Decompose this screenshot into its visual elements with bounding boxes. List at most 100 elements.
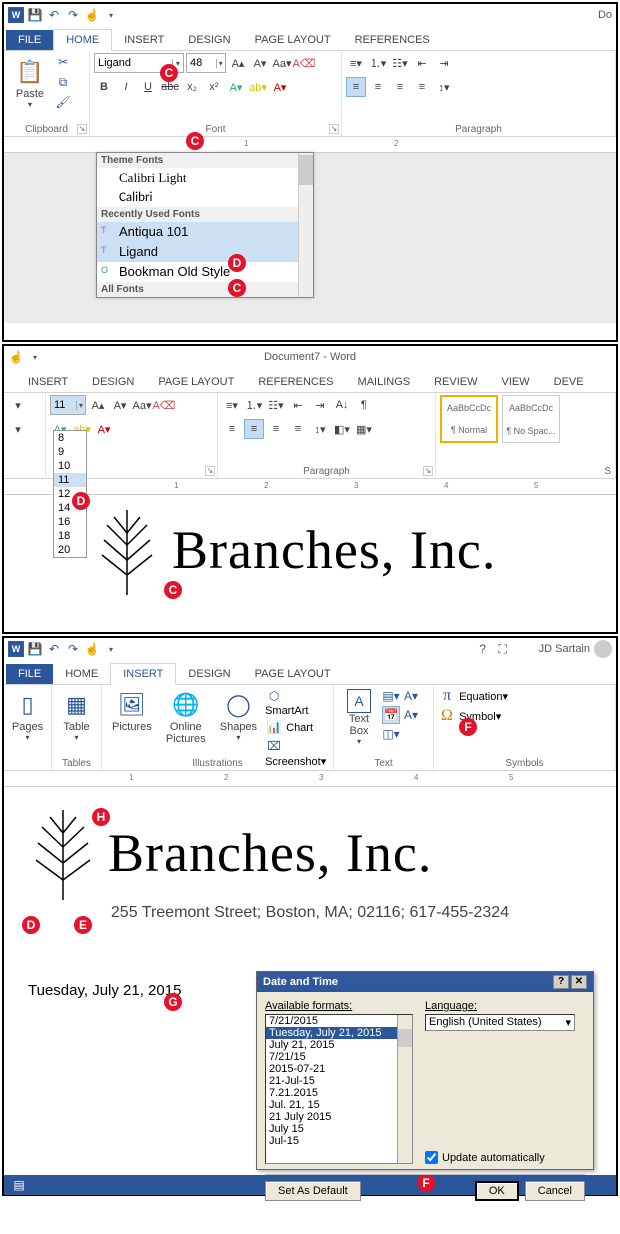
ok-button[interactable]: OK bbox=[475, 1181, 519, 1201]
change-case-icon[interactable]: Aa▾ bbox=[132, 395, 152, 415]
save-icon[interactable]: 💾 bbox=[27, 641, 43, 657]
clear-format-icon[interactable]: A⌫ bbox=[154, 395, 174, 415]
tab-insert[interactable]: INSERT bbox=[112, 30, 176, 50]
smartart-button[interactable]: ⬡ SmartArt bbox=[265, 687, 329, 717]
align-left-icon[interactable]: ≡ bbox=[346, 77, 366, 97]
paragraph-launcher[interactable]: ↘ bbox=[423, 466, 433, 476]
online-pictures-button[interactable]: 🌐Online Pictures bbox=[160, 687, 212, 747]
font-item-bookman[interactable]: OBookman Old Style bbox=[97, 262, 313, 282]
font-item-antiqua[interactable]: ƬAntiqua 101 bbox=[97, 222, 313, 242]
qat-dropdown-icon[interactable]: ▾ bbox=[103, 7, 119, 23]
touch-mode-icon[interactable]: ☝ bbox=[84, 7, 100, 23]
font-color-icon[interactable]: A▾ bbox=[270, 77, 290, 97]
format-option[interactable]: 21-Jul-15 bbox=[266, 1075, 412, 1087]
align-right-icon[interactable]: ≡ bbox=[266, 419, 286, 439]
save-icon[interactable]: 💾 bbox=[27, 7, 43, 23]
font-size-input[interactable] bbox=[51, 399, 76, 411]
shapes-button[interactable]: ◯Shapes▾ bbox=[214, 687, 263, 744]
size-option[interactable]: 10 bbox=[54, 459, 86, 473]
text-box-button[interactable]: AText Box▾ bbox=[338, 687, 380, 748]
quick-parts-icon[interactable]: ▤▾ bbox=[382, 687, 400, 705]
font-item-calibri[interactable]: Calibri bbox=[97, 188, 313, 207]
size-option[interactable]: 8 bbox=[54, 431, 86, 445]
clear-format-icon[interactable]: A⌫ bbox=[294, 53, 314, 73]
multilevel-icon[interactable]: ☷▾ bbox=[390, 53, 410, 73]
tab-design[interactable]: DESIGN bbox=[176, 664, 242, 684]
tab-home[interactable]: HOME bbox=[53, 664, 110, 684]
style-no-spacing[interactable]: AaBbCcDc ¶ No Spac... bbox=[502, 395, 560, 443]
shading-icon[interactable]: ◧▾ bbox=[332, 419, 352, 439]
tab-page-layout[interactable]: PAGE LAYOUT bbox=[243, 664, 343, 684]
close-button[interactable]: ✕ bbox=[571, 975, 587, 989]
style-normal[interactable]: AaBbCcDc ¶ Normal bbox=[440, 395, 498, 443]
drop-cap-icon[interactable]: A▾ bbox=[402, 706, 420, 724]
numbering-icon[interactable]: ⒈▾ bbox=[244, 395, 264, 415]
format-option[interactable]: 7.21.2015 bbox=[266, 1087, 412, 1099]
font-color-icon[interactable]: A▾ bbox=[94, 419, 114, 439]
italic-button[interactable]: I bbox=[116, 77, 136, 97]
font-item-ligand[interactable]: ƬLigand bbox=[97, 242, 313, 262]
page-indicator-icon[interactable]: ▤ bbox=[10, 1176, 28, 1194]
align-right-icon[interactable]: ≡ bbox=[390, 77, 410, 97]
fontdd-scrollbar[interactable] bbox=[298, 153, 313, 297]
tab-mailings[interactable]: MAILINGS bbox=[346, 372, 423, 392]
grow-font-icon[interactable]: A▴ bbox=[228, 53, 248, 73]
borders-icon[interactable]: ▦▾ bbox=[354, 419, 374, 439]
format-option[interactable]: Tuesday, July 21, 2015 bbox=[266, 1027, 412, 1039]
numbering-icon[interactable]: ⒈▾ bbox=[368, 53, 388, 73]
format-option[interactable]: Jul-15 bbox=[266, 1135, 412, 1147]
qat-dropdown-icon[interactable]: ▾ bbox=[27, 349, 43, 365]
tab-references[interactable]: REFERENCES bbox=[246, 372, 345, 392]
sort-icon[interactable]: A↓ bbox=[332, 395, 352, 415]
tab-design[interactable]: DESIGN bbox=[176, 30, 242, 50]
increase-indent-icon[interactable]: ⇥ bbox=[310, 395, 330, 415]
tab-insert[interactable]: INSERT bbox=[110, 663, 176, 685]
font-item-calibri-light[interactable]: Calibri Light bbox=[97, 168, 313, 188]
size-option[interactable]: 9 bbox=[54, 445, 86, 459]
align-center-icon[interactable]: ≡ bbox=[244, 419, 264, 439]
size-option[interactable]: 16 bbox=[54, 515, 86, 529]
table-button[interactable]: ▦Table▾ bbox=[56, 687, 97, 744]
list-scrollbar[interactable] bbox=[397, 1015, 412, 1163]
font-launcher[interactable]: ↘ bbox=[329, 124, 339, 134]
pages-button[interactable]: ▯Pages▾ bbox=[8, 687, 47, 744]
line-spacing-icon[interactable]: ↕▾ bbox=[310, 419, 330, 439]
text-effects-icon[interactable]: A▾ bbox=[226, 77, 246, 97]
touch-mode-icon[interactable]: ☝ bbox=[8, 349, 24, 365]
font-size-dropdown-icon[interactable]: ▾ bbox=[216, 59, 225, 68]
wordart-icon[interactable]: A▾ bbox=[402, 687, 420, 705]
format-option[interactable]: Jul. 21, 15 bbox=[266, 1099, 412, 1111]
set-default-button[interactable]: Set As Default bbox=[265, 1181, 361, 1201]
cut-icon[interactable]: ✂ bbox=[54, 53, 72, 71]
tab-page-layout[interactable]: PAGE LAYOUT bbox=[243, 30, 343, 50]
multilevel-icon[interactable]: ☷▾ bbox=[266, 395, 286, 415]
bullets-icon[interactable]: ≡▾ bbox=[222, 395, 242, 415]
format-option[interactable]: 7/21/15 bbox=[266, 1051, 412, 1063]
align-center-icon[interactable]: ≡ bbox=[368, 77, 388, 97]
update-auto-checkbox[interactable]: Update automatically bbox=[425, 1151, 585, 1164]
tab-design[interactable]: DESIGN bbox=[80, 372, 146, 392]
bullets-icon[interactable]: ≡▾ bbox=[346, 53, 366, 73]
undo-icon[interactable]: ↶ bbox=[46, 641, 62, 657]
line-spacing-icon[interactable]: ↕▾ bbox=[434, 77, 454, 97]
decrease-indent-icon[interactable]: ⇤ bbox=[412, 53, 432, 73]
tab-developer[interactable]: DEVE bbox=[542, 372, 596, 392]
superscript-button[interactable]: x² bbox=[204, 77, 224, 97]
increase-indent-icon[interactable]: ⇥ bbox=[434, 53, 454, 73]
pictures-button[interactable]: 🖼Pictures bbox=[106, 687, 158, 735]
clipboard-launcher[interactable]: ↘ bbox=[77, 124, 87, 134]
size-option[interactable]: 11 bbox=[54, 473, 86, 487]
size-option[interactable]: 18 bbox=[54, 529, 86, 543]
help-button[interactable]: ? bbox=[553, 975, 569, 989]
tab-home[interactable]: HOME bbox=[53, 29, 112, 51]
tab-file[interactable]: FILE bbox=[6, 664, 53, 684]
date-time-button[interactable]: 📅 bbox=[382, 706, 400, 724]
ribbon-options-icon[interactable]: ⛶ bbox=[495, 641, 511, 657]
font-launcher[interactable]: ↘ bbox=[205, 466, 215, 476]
show-marks-icon[interactable]: ¶ bbox=[354, 395, 374, 415]
change-case-icon[interactable]: Aa▾ bbox=[272, 53, 292, 73]
shrink-font-icon[interactable]: A▾ bbox=[110, 395, 130, 415]
grow-font-icon[interactable]: A▴ bbox=[88, 395, 108, 415]
update-auto-input[interactable] bbox=[425, 1151, 438, 1164]
tab-references[interactable]: REFERENCES bbox=[343, 30, 442, 50]
